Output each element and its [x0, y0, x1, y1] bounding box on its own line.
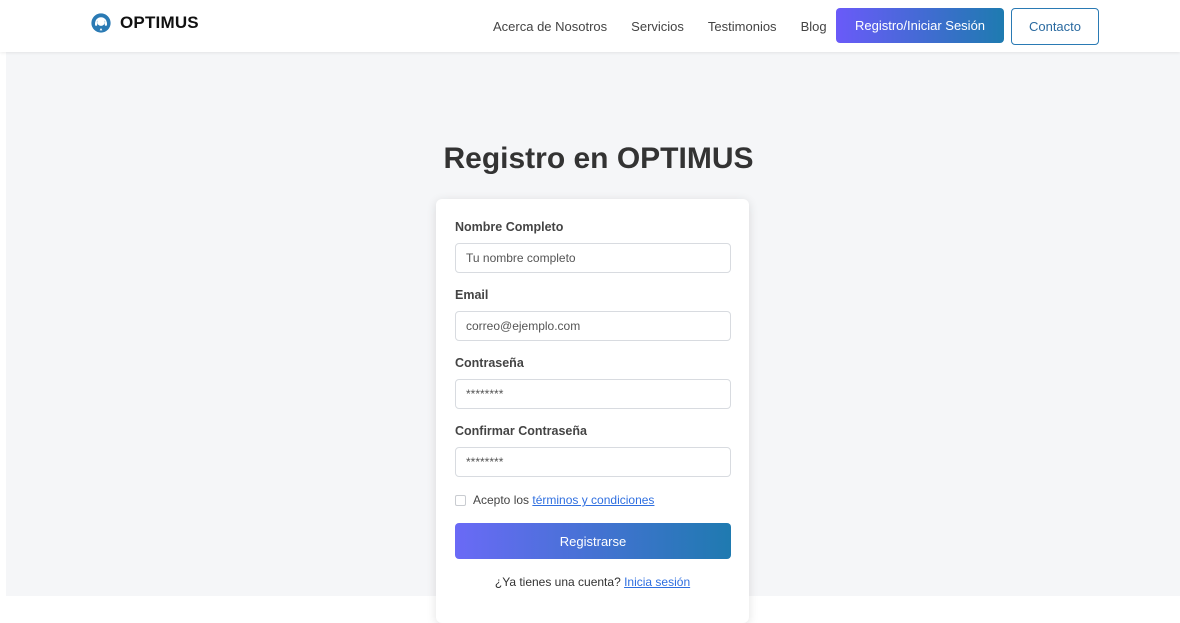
contact-button[interactable]: Contacto [1011, 8, 1099, 45]
login-prompt-text: ¿Ya tienes una cuenta? [494, 575, 625, 589]
nav-link-blog[interactable]: Blog [801, 19, 827, 34]
login-link[interactable]: Inicia sesión [624, 575, 690, 589]
brand-name: OPTIMUS [120, 13, 199, 32]
full-name-label: Nombre Completo [455, 220, 564, 234]
nav-link-services[interactable]: Servicios [631, 19, 684, 34]
nav-link-about[interactable]: Acerca de Nosotros [493, 19, 607, 34]
registration-form: Nombre Completo Email Contraseña Confirm… [436, 199, 749, 623]
terms-row: Acepto los términos y condiciones [455, 493, 654, 507]
main-content: Registro en OPTIMUS Nombre Completo Emai… [6, 52, 1180, 623]
brand-logo[interactable]: OPTIMUS [90, 12, 199, 34]
nav-link-testimonials[interactable]: Testimonios [708, 19, 777, 34]
terms-link[interactable]: términos y condiciones [532, 493, 654, 507]
top-navbar: OPTIMUS Acerca de Nosotros Servicios Tes… [0, 0, 1180, 52]
password-label: Contraseña [455, 356, 524, 370]
email-input[interactable] [455, 311, 731, 341]
headset-icon [91, 13, 111, 33]
nav-links: Acerca de Nosotros Servicios Testimonios… [493, 0, 827, 52]
confirm-password-input[interactable] [455, 447, 731, 477]
full-name-input[interactable] [455, 243, 731, 273]
page-title: Registro en OPTIMUS [443, 142, 754, 175]
register-button[interactable]: Registrarse [455, 523, 731, 559]
register-login-button[interactable]: Registro/Iniciar Sesión [836, 8, 1004, 43]
email-label: Email [455, 288, 489, 302]
login-prompt: ¿Ya tienes una cuenta? Inicia sesión [436, 575, 749, 589]
terms-prefix: Acepto los [473, 493, 533, 507]
confirm-password-label: Confirmar Contraseña [455, 424, 587, 438]
terms-checkbox[interactable] [455, 494, 466, 506]
password-input[interactable] [455, 379, 731, 409]
